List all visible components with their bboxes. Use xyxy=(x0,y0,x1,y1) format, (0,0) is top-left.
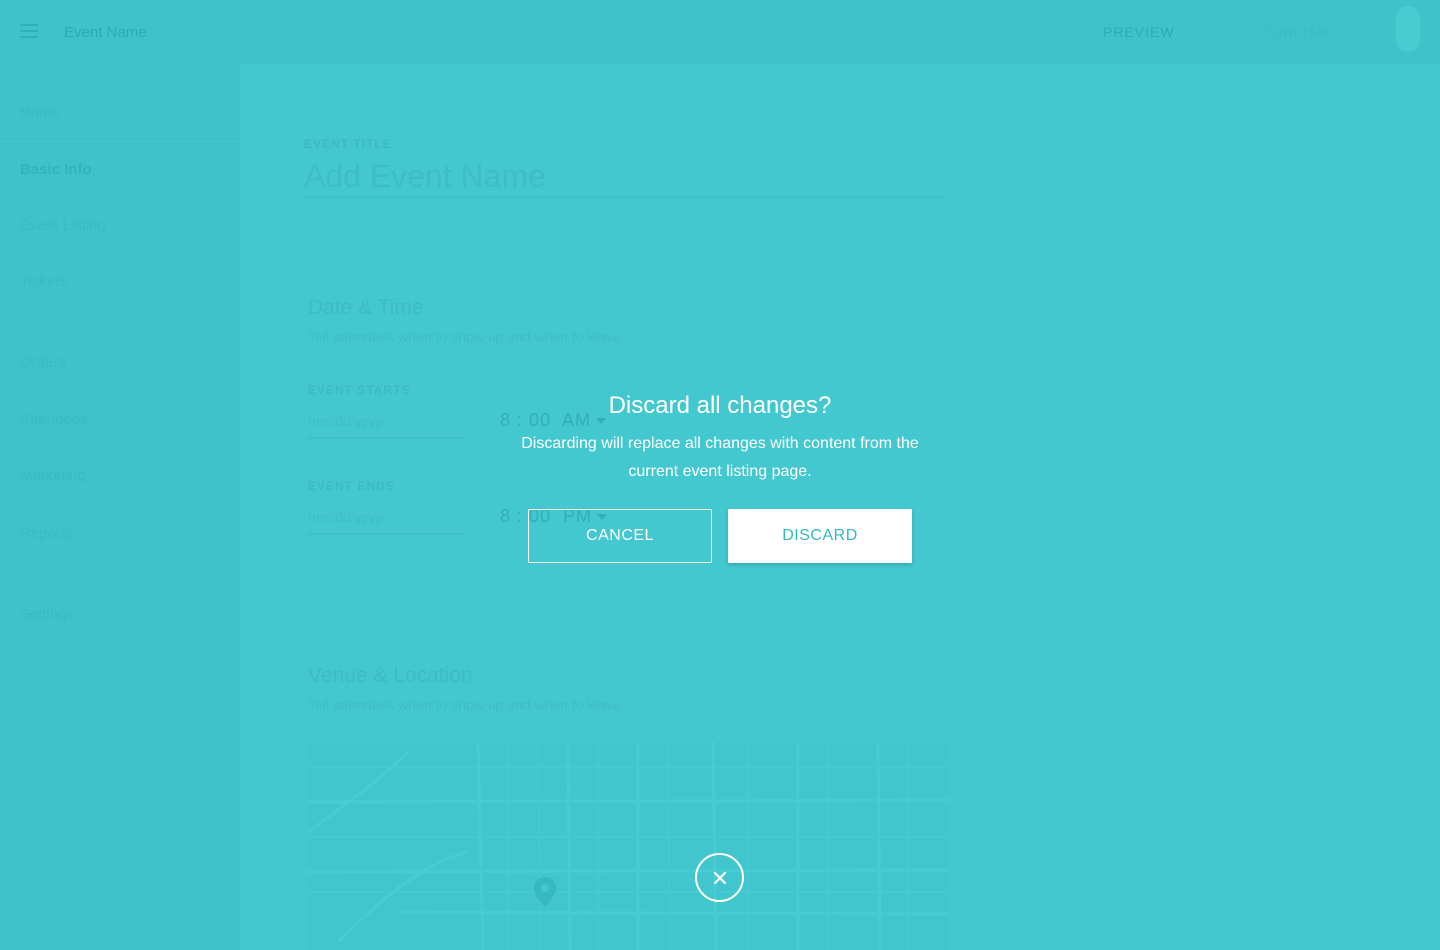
dialog-title: Discard all changes? xyxy=(608,392,832,419)
close-icon xyxy=(713,871,726,884)
discard-button[interactable]: DISCARD xyxy=(728,509,912,563)
dialog-body: Discarding will replace all changes with… xyxy=(521,435,919,480)
close-button[interactable] xyxy=(695,853,744,902)
cancel-button[interactable]: CANCEL xyxy=(528,509,712,563)
